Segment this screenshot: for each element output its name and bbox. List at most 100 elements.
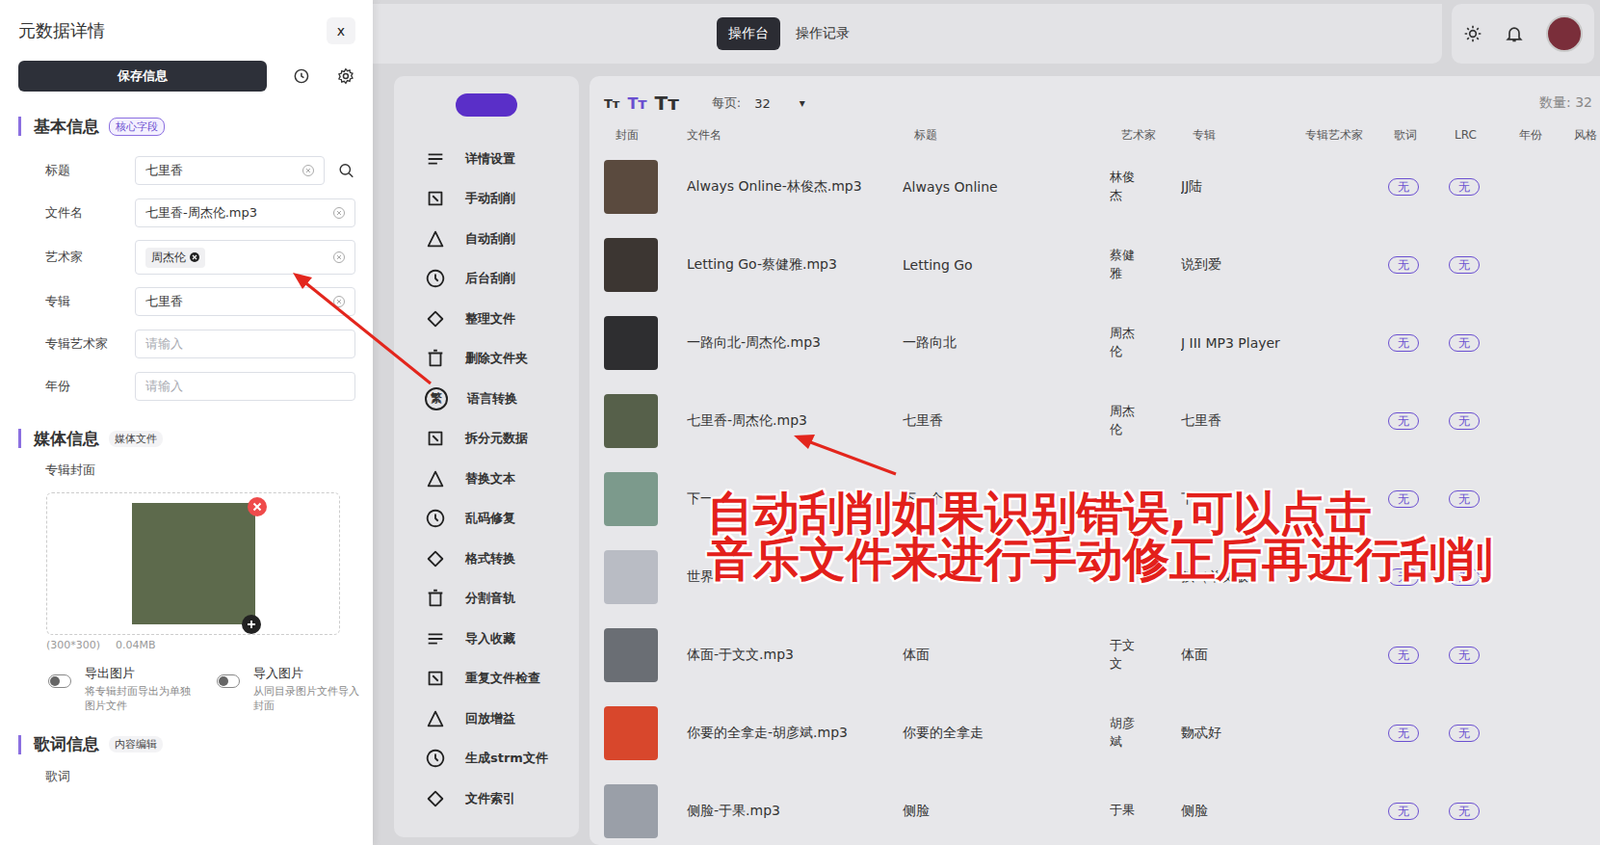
lrc-badge: 无 xyxy=(1448,490,1480,508)
text-field[interactable]: 七里香 xyxy=(134,156,325,185)
gear-icon[interactable] xyxy=(336,66,356,86)
section-header: 基本信息核心字段 xyxy=(18,116,356,136)
tool-icon xyxy=(424,308,446,330)
font-size-button[interactable]: Tт xyxy=(627,94,647,113)
lyrics-badge: 无 xyxy=(1388,334,1419,352)
table-header: 封面文件名标题艺术家专辑专辑艺术家歌词LRC年份风格 xyxy=(603,122,1600,148)
cover-thumbnail xyxy=(603,237,658,292)
tool-icon xyxy=(424,148,446,170)
remove-icon[interactable] xyxy=(189,252,200,263)
text-field[interactable]: 请输入 xyxy=(134,371,356,401)
tool-icon xyxy=(424,708,446,730)
tool-icon xyxy=(424,228,446,250)
save-button[interactable]: 保存信息 xyxy=(18,60,267,92)
tool-icon xyxy=(424,787,446,810)
font-size-button[interactable]: Tт xyxy=(655,91,680,115)
cover-thumbnail xyxy=(603,628,658,682)
search-icon[interactable] xyxy=(337,160,356,181)
toggle-switch[interactable] xyxy=(48,674,72,688)
close-button[interactable]: x xyxy=(326,17,356,45)
lrc-badge: 无 xyxy=(1448,724,1480,742)
tool-icon xyxy=(424,427,446,449)
column-header[interactable]: 标题 xyxy=(902,127,1110,144)
clear-icon[interactable] xyxy=(333,251,345,263)
column-header[interactable]: LRC xyxy=(1442,128,1508,142)
form-row: 文件名七里香-周杰伦.mp3 xyxy=(18,191,356,235)
top-tab[interactable]: 操作记录 xyxy=(784,17,862,51)
menu-item[interactable]: 乱码修复 xyxy=(393,498,579,540)
form-row: 艺术家周杰伦 xyxy=(18,234,356,281)
tool-icon xyxy=(424,747,446,769)
toggle-switch[interactable] xyxy=(216,674,240,688)
toggle-option[interactable]: 导出图片将专辑封面导出为单独图片文件 xyxy=(48,664,188,714)
clear-icon[interactable] xyxy=(333,295,345,308)
menu-item[interactable]: 整理文件 xyxy=(393,298,579,340)
lyrics-badge: 无 xyxy=(1388,412,1419,430)
per-page-select[interactable]: 32▾ xyxy=(754,96,806,111)
cover-thumbnail xyxy=(603,784,658,839)
bell-icon[interactable] xyxy=(1504,24,1524,44)
sun-icon[interactable] xyxy=(1463,24,1483,44)
form-row: 专辑七里香 xyxy=(18,280,356,323)
cover-dropzone[interactable] xyxy=(46,492,341,635)
font-size-button[interactable]: Tт xyxy=(603,96,620,111)
primary-action-button[interactable] xyxy=(455,93,518,117)
cover-thumbnail xyxy=(603,393,658,448)
history-icon[interactable] xyxy=(291,66,312,86)
table-row[interactable]: 七里香-周杰伦.mp3七里香周杰伦七里香无无 xyxy=(603,381,1600,460)
avatar[interactable] xyxy=(1546,15,1583,53)
menu-item[interactable]: 繁语言转换 xyxy=(393,378,579,420)
table-row[interactable]: 侧脸-于果.mp3侧脸于果侧脸无无 xyxy=(603,771,1600,845)
tool-icon xyxy=(424,187,446,210)
table-row[interactable]: Letting Go-蔡健雅.mp3Letting Go蔡健雅说到爱无无 xyxy=(603,225,1600,304)
lrc-badge: 无 xyxy=(1448,802,1480,820)
menu-item[interactable]: 格式转换 xyxy=(393,538,579,579)
toggle-option[interactable]: 导入图片从同目录图片文件导入封面 xyxy=(216,664,357,714)
annotation-text: 自动刮削如果识别错误,可以点击音乐文件来进行手动修正后再进行刮削 xyxy=(707,489,1494,582)
menu-item[interactable]: 自动刮削 xyxy=(393,218,579,260)
column-header[interactable]: 艺术家 xyxy=(1109,127,1181,144)
top-actions xyxy=(1451,3,1595,64)
menu-item[interactable]: 导入收藏 xyxy=(393,618,579,659)
clear-icon[interactable] xyxy=(302,164,315,177)
table-row[interactable]: 你要的全拿走-胡彦斌.mp3你要的全拿走胡彦斌覅忒好无无 xyxy=(603,693,1600,772)
column-header[interactable]: 歌词 xyxy=(1382,127,1443,144)
lyrics-badge: 无 xyxy=(1388,724,1419,742)
top-tab[interactable]: 操作台 xyxy=(716,17,781,51)
column-header[interactable]: 封面 xyxy=(603,127,687,144)
menu-item[interactable]: 回放增益 xyxy=(393,698,579,739)
section-header: 媒体信息媒体文件 xyxy=(18,428,356,448)
menu-item[interactable]: 生成strm文件 xyxy=(393,738,579,780)
menu-item[interactable]: 替换文本 xyxy=(393,458,579,499)
clear-icon[interactable] xyxy=(333,207,345,219)
lyrics-badge: 无 xyxy=(1388,646,1419,664)
table-row[interactable]: Always Online-林俊杰.mp3Always Online林俊杰JJ陆… xyxy=(603,147,1600,226)
app-window: 操作台操作记录详情设置手动刮削自动刮削后台刮削整理文件删除文件夹繁语言转换拆分元… xyxy=(0,0,1600,845)
menu-item[interactable]: 拆分元数据 xyxy=(393,419,579,460)
column-header[interactable]: 文件名 xyxy=(686,127,903,144)
text-field[interactable]: 七里香 xyxy=(134,287,356,316)
table-row[interactable]: 体面-于文文.mp3体面于文文体面无无 xyxy=(603,615,1600,694)
column-header[interactable]: 专辑艺术家 xyxy=(1293,127,1383,144)
column-header[interactable]: 专辑 xyxy=(1180,127,1294,144)
tool-icon xyxy=(424,507,446,529)
menu-item[interactable]: 重复文件检查 xyxy=(393,658,579,700)
column-header[interactable]: 风格 xyxy=(1562,127,1600,144)
delete-icon[interactable] xyxy=(247,497,267,517)
text-field[interactable]: 七里香-周杰伦.mp3 xyxy=(134,198,356,228)
tool-icon xyxy=(424,628,446,650)
artist-tag[interactable]: 周杰伦 xyxy=(145,247,206,268)
tool-icon xyxy=(424,667,446,689)
cover-thumbnail xyxy=(603,550,658,604)
text-field[interactable]: 周杰伦 xyxy=(134,239,356,275)
menu-item[interactable]: 文件索引 xyxy=(393,778,579,819)
menu-item[interactable]: 手动刮削 xyxy=(393,179,579,220)
menu-item[interactable]: 分割音轨 xyxy=(393,578,579,620)
menu-item[interactable]: 详情设置 xyxy=(393,138,579,180)
add-icon[interactable] xyxy=(241,614,262,634)
text-field[interactable]: 请输入 xyxy=(134,329,356,359)
table-row[interactable]: 一路向北-周杰伦.mp3一路向北周杰伦J III MP3 Player无无 xyxy=(603,303,1600,382)
column-header[interactable]: 年份 xyxy=(1507,127,1563,144)
menu-item[interactable]: 删除文件夹 xyxy=(393,339,579,380)
menu-item[interactable]: 后台刮削 xyxy=(393,259,579,300)
